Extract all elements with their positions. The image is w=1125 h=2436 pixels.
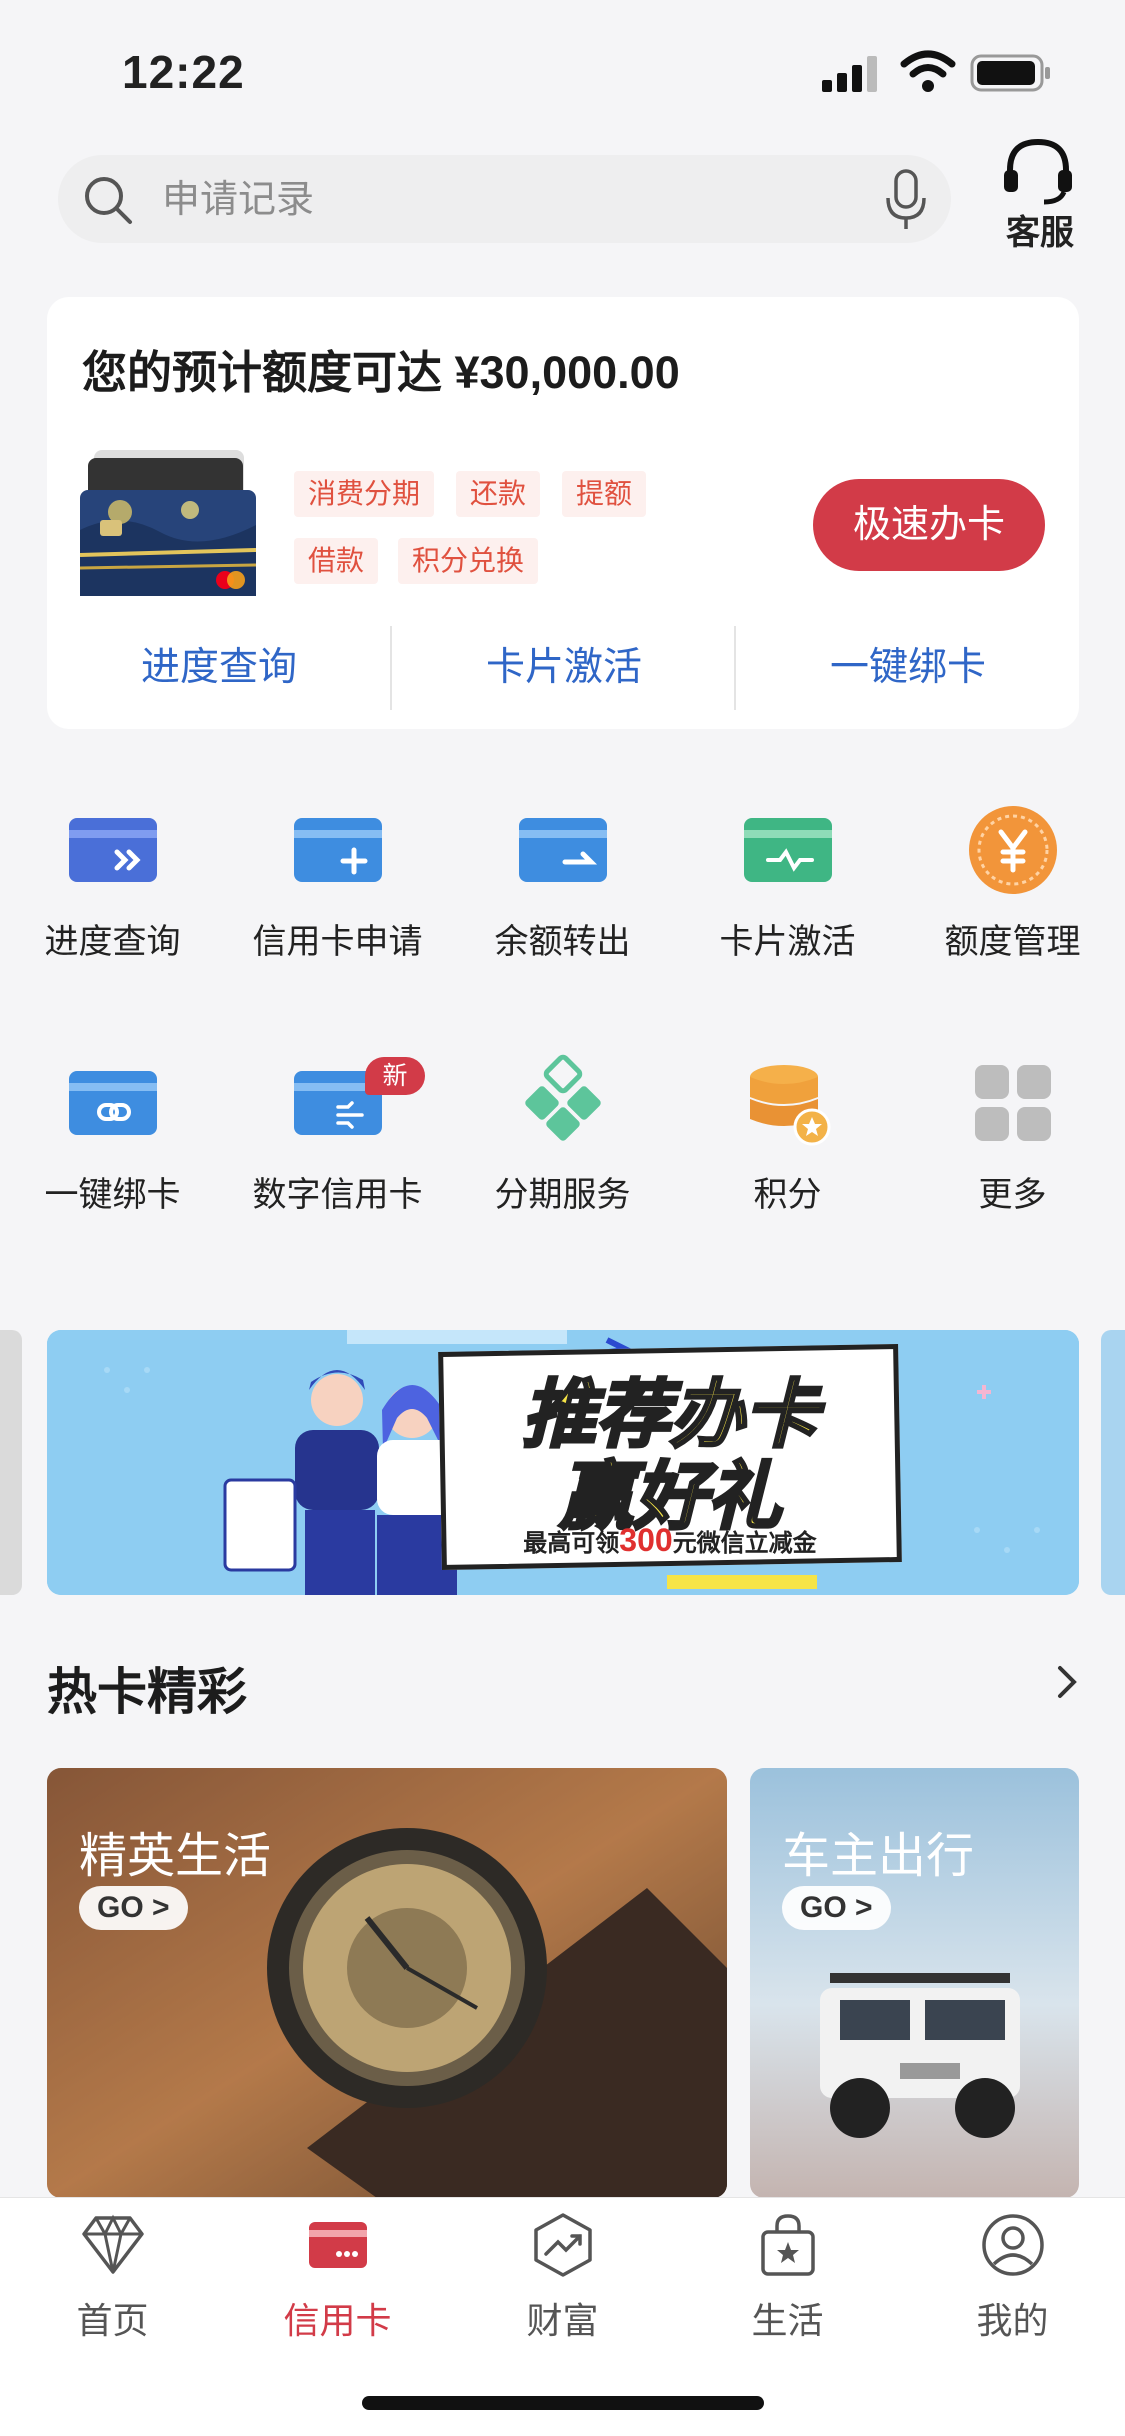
service-label: 积分 (753, 1176, 822, 1214)
hot-card-title: 精英生活 (79, 1830, 272, 1883)
shopping-bag-icon (760, 2214, 815, 2276)
card-apply-icon (293, 818, 382, 882)
tab-mine[interactable]: 我的 (900, 2210, 1125, 2344)
banner-prev-peek[interactable] (0, 1330, 22, 1595)
banner-sub-amount: 300 (619, 1522, 673, 1558)
tab-life[interactable]: 生活 (675, 2210, 900, 2344)
tag-repay[interactable]: 还款 (456, 471, 541, 517)
signal-icon (822, 56, 877, 92)
service-card-bind[interactable]: 一键绑卡 (0, 1053, 225, 1216)
service-label: 余额转出 (494, 923, 631, 961)
credit-card-icon (308, 2222, 367, 2268)
service-label: 进度查询 (44, 923, 181, 961)
search-input[interactable]: 申请记录 (162, 175, 314, 225)
credit-card-image[interactable] (80, 450, 256, 596)
hot-card-elite-life[interactable]: 精英生活 GO > (47, 1768, 727, 2198)
installment-icon (524, 1054, 601, 1141)
banner-subtitle: 最高可领300元微信立减金 (470, 1522, 870, 1559)
tab-label: 生活 (751, 2300, 824, 2341)
service-label: 分期服务 (494, 1176, 631, 1214)
service-card-activate[interactable]: 卡片激活 (675, 800, 900, 963)
card-activate-icon (743, 818, 832, 882)
tag-raise-limit[interactable]: 提额 (562, 471, 647, 517)
banner-sub-prefix: 最高可领 (523, 1530, 620, 1557)
diamond-icon (81, 2214, 144, 2274)
limit-yen-icon (968, 806, 1057, 894)
tab-label: 信用卡 (283, 2300, 392, 2341)
hot-card-title: 车主出行 (782, 1830, 975, 1883)
hot-cards-title: 热卡精彩 (47, 1664, 247, 1720)
tag-points-redeem[interactable]: 积分兑换 (398, 538, 539, 584)
progress-card-icon (68, 818, 157, 882)
chevron-right-icon[interactable] (1052, 1662, 1082, 1702)
quicklink-progress[interactable]: 进度查询 (47, 640, 391, 696)
service-label: 数字信用卡 (252, 1176, 423, 1214)
service-label: 信用卡申请 (252, 923, 423, 961)
microphone-icon[interactable] (882, 168, 930, 232)
customer-service-label[interactable]: 客服 (1000, 205, 1080, 254)
tab-label: 首页 (76, 2300, 149, 2341)
tab-home[interactable]: 首页 (0, 2210, 225, 2344)
service-balance-transfer[interactable]: 余额转出 (450, 800, 675, 963)
home-indicator (362, 2396, 764, 2410)
more-grid-icon (974, 1065, 1051, 1141)
service-installment[interactable]: 分期服务 (450, 1053, 675, 1216)
service-card-apply[interactable]: 信用卡申请 (225, 800, 450, 963)
headset-icon[interactable] (1000, 136, 1076, 208)
banner-sub-suffix: 元微信立减金 (672, 1530, 817, 1557)
search-icon (85, 177, 132, 224)
balance-transfer-icon (518, 818, 607, 882)
service-more[interactable]: 更多 (900, 1053, 1125, 1216)
new-badge: 新 (365, 1057, 425, 1095)
status-time: 12:22 (122, 46, 245, 98)
quicklink-activate[interactable]: 卡片激活 (392, 640, 736, 696)
card-bind-icon (68, 1071, 157, 1135)
tag-loan[interactable]: 借款 (294, 538, 379, 584)
quicklink-bind[interactable]: 一键绑卡 (736, 640, 1080, 696)
hot-card-car-owner[interactable]: 车主出行 GO > (750, 1768, 1079, 2198)
service-label: 额度管理 (944, 923, 1081, 961)
tab-label: 财富 (526, 2300, 599, 2341)
service-points[interactable]: 积分 (675, 1053, 900, 1216)
tab-wealth[interactable]: 财富 (450, 2210, 675, 2344)
service-limit-management[interactable]: 额度管理 (900, 800, 1125, 963)
service-label: 卡片激活 (719, 923, 856, 961)
go-pill[interactable]: GO > (782, 1886, 891, 1930)
battery-icon (970, 54, 1050, 92)
tab-label: 我的 (976, 2300, 1049, 2341)
wealth-chart-icon (533, 2213, 592, 2277)
tab-credit-card[interactable]: 信用卡 (225, 2210, 450, 2344)
go-pill[interactable]: GO > (79, 1886, 188, 1930)
service-label: 更多 (978, 1176, 1047, 1214)
tag-installment[interactable]: 消费分期 (294, 471, 435, 517)
service-label: 一键绑卡 (44, 1176, 181, 1214)
limit-title: 您的预计额度可达 ¥30,000.00 (82, 347, 680, 398)
banner-next-peek[interactable] (1101, 1330, 1125, 1595)
profile-icon (981, 2214, 1044, 2276)
quick-apply-button[interactable]: 极速办卡 (813, 479, 1045, 571)
wifi-icon (900, 50, 956, 92)
service-progress-query[interactable]: 进度查询 (0, 800, 225, 963)
points-icon (749, 1065, 830, 1146)
